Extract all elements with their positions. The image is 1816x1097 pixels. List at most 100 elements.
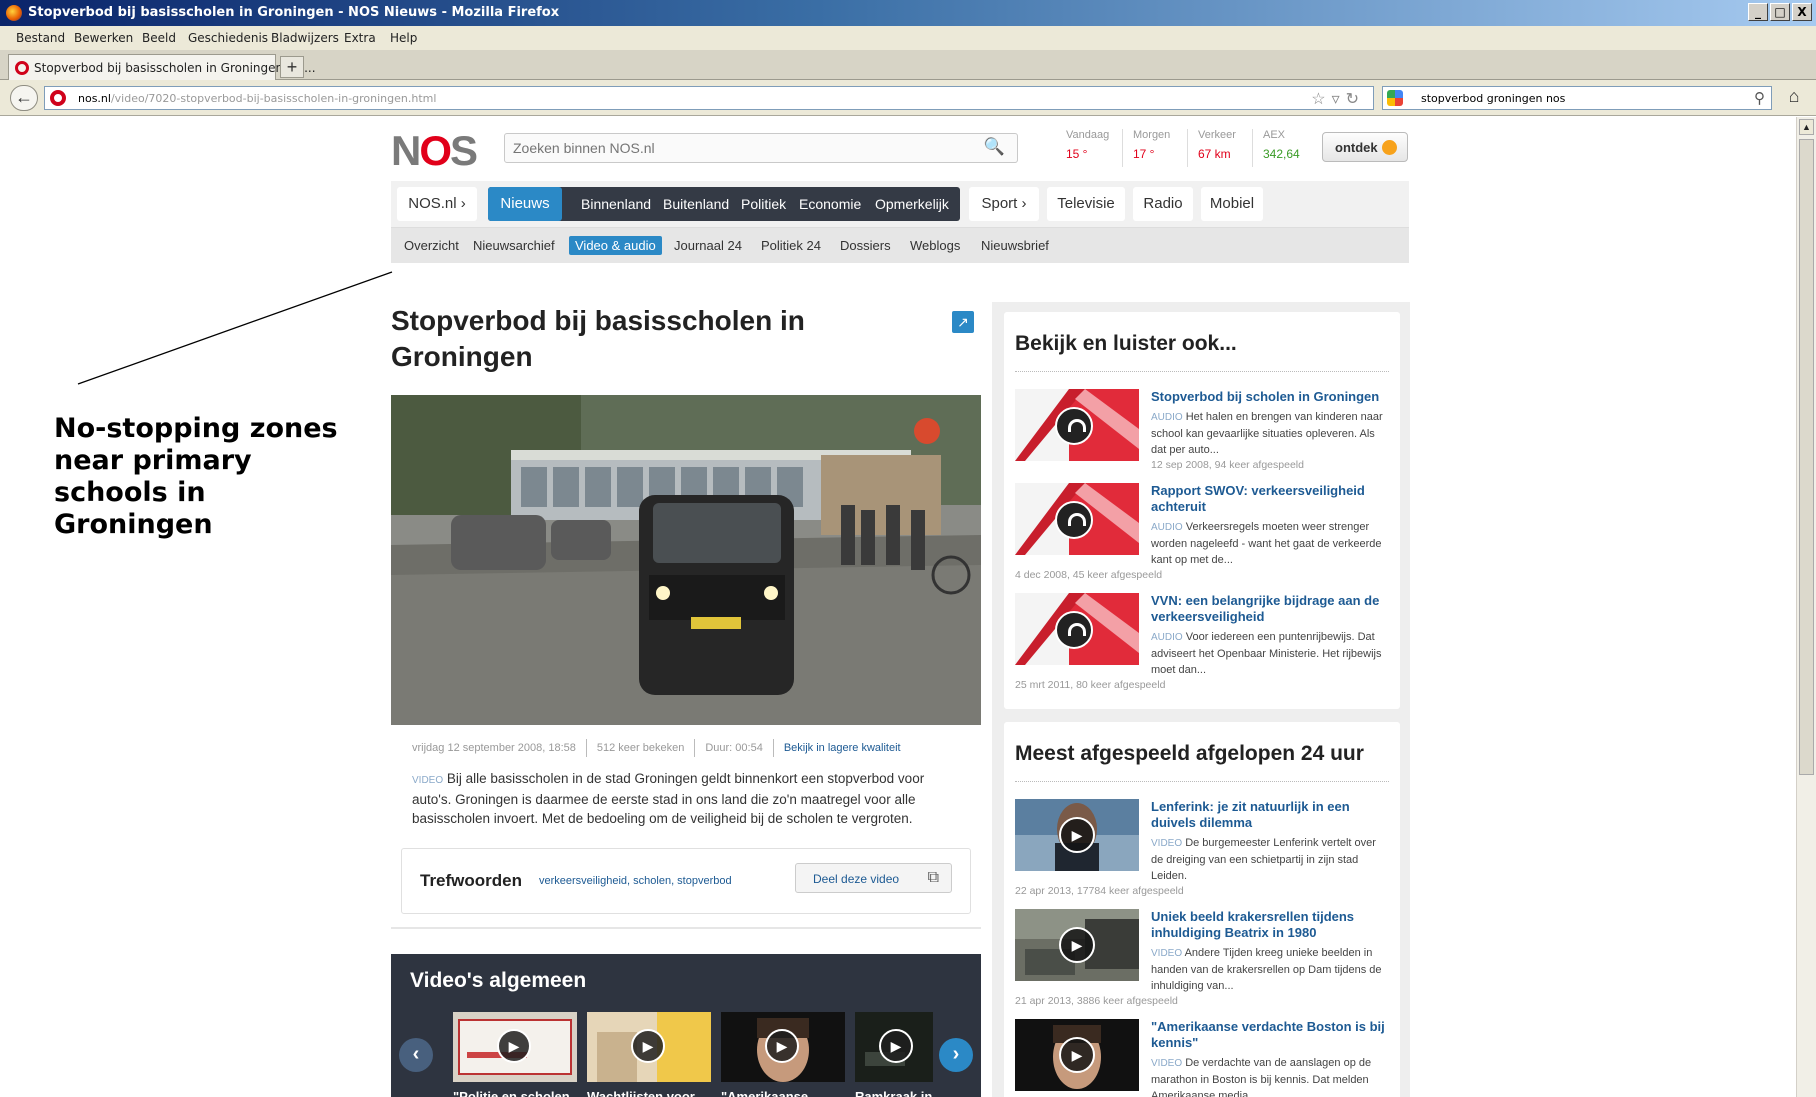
carousel-next-button[interactable]: › [939, 1038, 973, 1072]
maximize-button[interactable]: □ [1770, 3, 1790, 21]
subnav-overzicht[interactable]: Overzicht [404, 238, 459, 253]
page-content: No-stopping zones near primary schools i… [0, 117, 1796, 1097]
nos-search-input[interactable] [505, 134, 965, 162]
menu-bestand[interactable]: Bestand [16, 31, 65, 45]
nav-televisie[interactable]: Televisie [1047, 187, 1125, 221]
share-video-button[interactable]: Deel deze video ⧉ [795, 863, 952, 893]
video-thumbnail: ▶ [1015, 909, 1139, 981]
nav-nieuws[interactable]: Nieuws [488, 187, 562, 221]
video-thumbnail: ▶ [1015, 799, 1139, 871]
nav-economie[interactable]: Economie [799, 187, 861, 221]
article-title: Stopverbod bij basisscholen in Groningen [391, 305, 805, 372]
firefox-logo-icon [6, 5, 22, 21]
play-icon: ▶ [1059, 1037, 1095, 1073]
navigation-toolbar: ← nos.nl/video/7020-stopverbod-bij-basis… [0, 80, 1816, 116]
video-thumb-1[interactable]: ▶ [453, 1012, 577, 1082]
menu-extra[interactable]: Extra [344, 31, 376, 45]
tags-links[interactable]: verkeersveiligheid, scholen, stopverbod [539, 875, 732, 887]
subnav-journaal24[interactable]: Journaal 24 [674, 238, 742, 253]
tab-label: Stopverbod bij basisscholen in Groningen… [34, 61, 316, 75]
browser-tab[interactable]: Stopverbod bij basisscholen in Groningen… [8, 54, 316, 80]
video-player[interactable] [391, 395, 981, 725]
play-icon: ▶ [1059, 817, 1095, 853]
search-icon[interactable]: 🔍 [984, 137, 1005, 157]
lower-quality-link[interactable]: Bekijk in lagere kwaliteit [784, 742, 901, 754]
site-identity-icon [50, 90, 66, 106]
video-caption-1[interactable]: "Politie en scholen [453, 1089, 577, 1097]
browser-search-query: stopverbod groningen nos [1421, 92, 1566, 105]
play-icon: ▶ [497, 1029, 531, 1063]
sidebar: Bekijk en luister ook... Stopverbod bij … [992, 302, 1410, 1097]
subnav-dossiers[interactable]: Dossiers [840, 238, 891, 253]
most-played-panel: Meest afgespeeld afgelopen 24 uur ▶ Lenf… [1004, 722, 1400, 1097]
new-tab-button[interactable]: + [280, 56, 304, 78]
address-url: nos.nl/video/7020-stopverbod-bij-basissc… [78, 92, 437, 105]
audio-thumbnail [1015, 483, 1139, 555]
subnav-nieuwsbrief[interactable]: Nieuwsbrief [981, 238, 1049, 253]
share-icon: ⧉ [927, 869, 939, 886]
info-aex[interactable]: AEX 342,64 [1263, 129, 1300, 161]
video-thumbnail: ▶ [1015, 1019, 1139, 1091]
play-icon: ▶ [765, 1029, 799, 1063]
video-duration: Duur: 00:54 [705, 741, 763, 754]
close-window-button[interactable]: X [1792, 3, 1812, 21]
google-icon [1387, 90, 1403, 106]
menu-geschiedenis[interactable]: Geschiedenis [188, 31, 268, 45]
scroll-up-icon[interactable]: ▲ [1799, 119, 1814, 135]
info-vandaag[interactable]: Vandaag 15 ° [1066, 129, 1109, 161]
audio-thumbnail [1015, 593, 1139, 665]
video-caption-4[interactable]: Ramkraak in [855, 1089, 933, 1097]
carousel-prev-button[interactable]: ‹ [399, 1038, 433, 1072]
nav-politiek[interactable]: Politiek [741, 187, 786, 221]
video-thumb-2[interactable]: ▶ [587, 1012, 711, 1082]
tags-label: Trefwoorden [420, 871, 523, 890]
home-button[interactable]: ⌂ [1780, 86, 1808, 110]
subnav-politiek24[interactable]: Politiek 24 [761, 238, 821, 253]
videos-general-heading: Video's algemeen [410, 969, 587, 992]
audio-thumbnail [1015, 389, 1139, 461]
video-thumb-4[interactable]: ▶ [855, 1012, 933, 1082]
menu-beeld[interactable]: Beeld [142, 31, 176, 45]
browser-search-box[interactable]: stopverbod groningen nos ⚲ [1382, 86, 1772, 110]
menu-bewerken[interactable]: Bewerken [74, 31, 133, 45]
video-caption-2[interactable]: Wachtlijsten voor [587, 1089, 711, 1097]
expand-icon[interactable]: ↗ [952, 311, 974, 333]
videos-general-section: Video's algemeen ‹ ▶ ▶ ▶ ▶ › "Politie en… [391, 954, 981, 1097]
sub-navigation: Overzicht Nieuwsarchief Video & audio Jo… [391, 227, 1409, 263]
nav-binnenland[interactable]: Binnenland [581, 187, 651, 221]
address-bar[interactable]: nos.nl/video/7020-stopverbod-bij-basissc… [44, 86, 1374, 110]
nav-sport[interactable]: Sport › [969, 187, 1039, 221]
ontdek-icon [1382, 140, 1397, 155]
minimize-button[interactable]: _ [1748, 3, 1768, 21]
window-titlebar: Stopverbod bij basisscholen in Groningen… [0, 0, 1816, 26]
headphones-icon [1055, 611, 1093, 649]
video-meta: vrijdag 12 september 2008, 18:58 512 keer… [412, 739, 901, 757]
nos-search-box: 🔍 [504, 133, 1018, 163]
nav-radio[interactable]: Radio [1133, 187, 1193, 221]
menu-bladwijzers[interactable]: Bladwijzers [271, 31, 339, 45]
nos-logo[interactable]: NOS [391, 127, 478, 175]
vertical-scrollbar[interactable]: ▲ [1796, 117, 1816, 1097]
search-icon[interactable]: ⚲ [1754, 89, 1765, 107]
scrollbar-thumb[interactable] [1799, 139, 1814, 775]
window-title: Stopverbod bij basisscholen in Groningen… [28, 5, 560, 20]
nav-opmerkelijk[interactable]: Opmerkelijk [875, 187, 949, 221]
article-description: VIDEO Bij alle basisscholen in de stad G… [412, 771, 925, 826]
info-morgen[interactable]: Morgen 17 ° [1133, 129, 1170, 161]
nav-nosnl[interactable]: NOS.nl › [397, 187, 477, 221]
video-thumb-3[interactable]: ▶ [721, 1012, 845, 1082]
also-panel: Bekijk en luister ook... Stopverbod bij … [1004, 312, 1400, 709]
ontdek-button[interactable]: ontdek [1322, 132, 1408, 162]
video-caption-3[interactable]: "Amerikaanse [721, 1089, 845, 1097]
annotation-text: No-stopping zones near primary schools i… [54, 413, 338, 540]
bookmark-star-icon[interactable]: ☆▿↻ [1311, 89, 1365, 109]
nav-buitenland[interactable]: Buitenland [663, 187, 729, 221]
nav-mobiel[interactable]: Mobiel [1201, 187, 1263, 221]
play-icon: ▶ [879, 1029, 913, 1063]
menu-help[interactable]: Help [390, 31, 417, 45]
subnav-nieuwsarchief[interactable]: Nieuwsarchief [473, 238, 555, 253]
subnav-weblogs[interactable]: Weblogs [910, 238, 960, 253]
info-verkeer[interactable]: Verkeer 67 km [1198, 129, 1236, 161]
subnav-video-audio[interactable]: Video & audio [569, 236, 662, 255]
back-button[interactable]: ← [10, 85, 38, 111]
